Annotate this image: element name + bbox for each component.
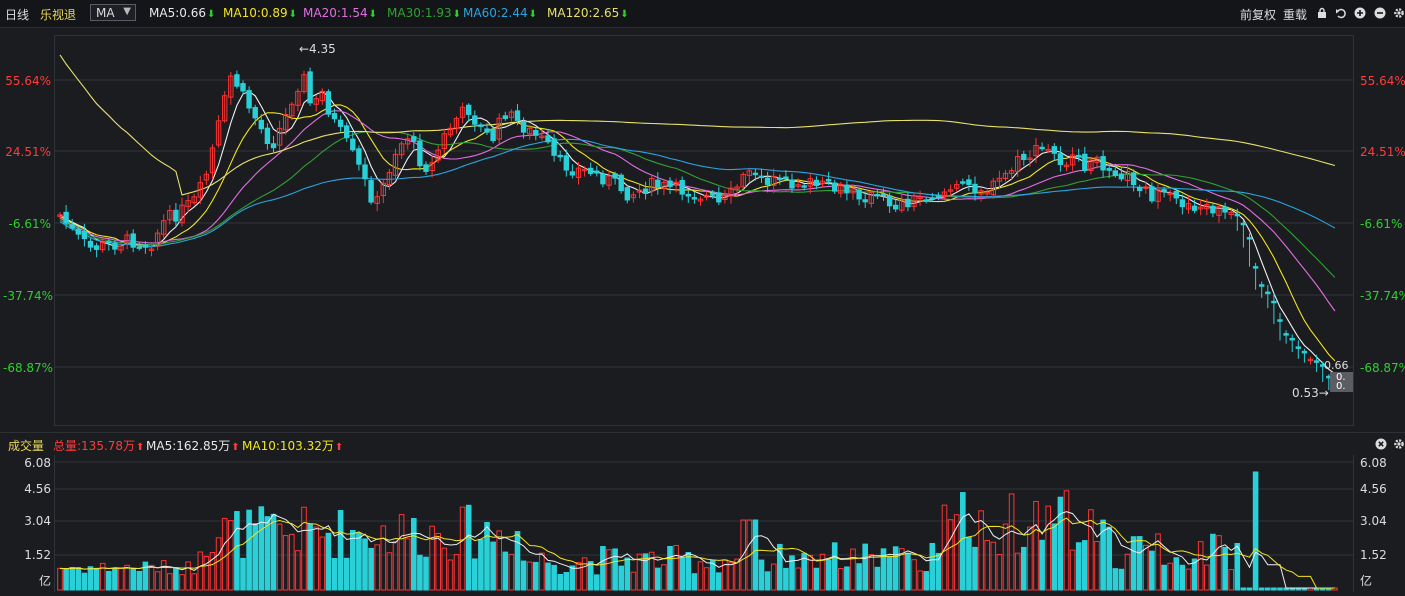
vol-axis-right-2: 3.04 xyxy=(1360,514,1387,528)
ma60-legend: MA60:2.44⬇ xyxy=(463,6,537,20)
price-axis-right-1: 24.51% xyxy=(1360,145,1405,159)
vol-axis-left-2: 3.04 xyxy=(24,514,51,528)
close-icon[interactable] xyxy=(1375,438,1387,450)
price-axis-right-2: -6.61% xyxy=(1360,217,1403,231)
vol-axis-left-3: 1.52 xyxy=(24,548,51,562)
zoom-in-icon[interactable] xyxy=(1354,7,1366,19)
zoom-out-icon[interactable] xyxy=(1374,7,1386,19)
ma5-legend: MA5:0.66⬇ xyxy=(149,6,216,20)
volume-total: 总量:135.78万⬆ xyxy=(53,439,145,453)
panel-divider xyxy=(0,432,1405,433)
ma10-legend: MA10:0.89⬇ xyxy=(223,6,297,20)
reload-button[interactable]: 重载 xyxy=(1283,6,1307,23)
price-axis-left-1: 24.51% xyxy=(5,145,51,159)
price-axis-right-0: 55.64% xyxy=(1360,74,1405,88)
indicator-select[interactable]: MA ▼ xyxy=(90,4,136,21)
ma120-legend: MA120:2.65⬇ xyxy=(547,6,629,20)
stock-name: 乐视退 xyxy=(40,8,77,22)
adjust-button[interactable]: 前复权 xyxy=(1240,6,1276,23)
vol-axis-right-3: 1.52 xyxy=(1360,548,1387,562)
volume-ma5: MA5:162.85万⬆ xyxy=(146,439,240,453)
price-axis-right-3: -37.74% xyxy=(1360,289,1405,303)
price-axis-right-4: -68.87% xyxy=(1360,361,1405,375)
price-axis-left-4: -68.87% xyxy=(3,361,54,375)
volume-header: 成交量 总量:135.78万⬆ MA5:162.85万⬆ MA10:103.32… xyxy=(0,434,1405,454)
volume-ma10: MA10:103.32万⬆ xyxy=(242,439,344,453)
vol-axis-right-0: 6.08 xyxy=(1360,456,1387,470)
period-label[interactable]: 日线 xyxy=(5,6,29,23)
vol-axis-right-1: 4.56 xyxy=(1360,482,1387,496)
vol-axis-unit-right: 亿 xyxy=(1360,574,1373,588)
volume-settings-gear-icon[interactable] xyxy=(1393,438,1405,450)
lock-icon[interactable] xyxy=(1316,7,1328,19)
volume-title: 成交量 xyxy=(8,439,45,453)
chart-toolbar: 日线 乐视退 MA ▼ MA5:0.66⬇ MA10:0.89⬇ MA20:1.… xyxy=(0,0,1405,28)
price-axis-left-3: -37.74% xyxy=(3,289,54,303)
price-axis-left-0: 55.64% xyxy=(5,74,51,88)
vol-axis-left-0: 6.08 xyxy=(24,456,51,470)
undo-icon[interactable] xyxy=(1335,7,1347,19)
settings-gear-icon[interactable] xyxy=(1393,7,1405,19)
indicator-value: MA xyxy=(96,6,115,20)
price-panel[interactable] xyxy=(54,35,1354,426)
volume-panel[interactable] xyxy=(54,455,1354,592)
ma30-legend: MA30:1.93⬇ xyxy=(387,6,461,20)
vol-axis-left-1: 4.56 xyxy=(24,482,51,496)
vol-axis-unit-left: 亿 xyxy=(38,574,51,588)
chevron-down-icon: ▼ xyxy=(123,6,131,17)
ma20-legend: MA20:1.54⬇ xyxy=(303,6,377,20)
price-axis-left-2: -6.61% xyxy=(8,217,51,231)
